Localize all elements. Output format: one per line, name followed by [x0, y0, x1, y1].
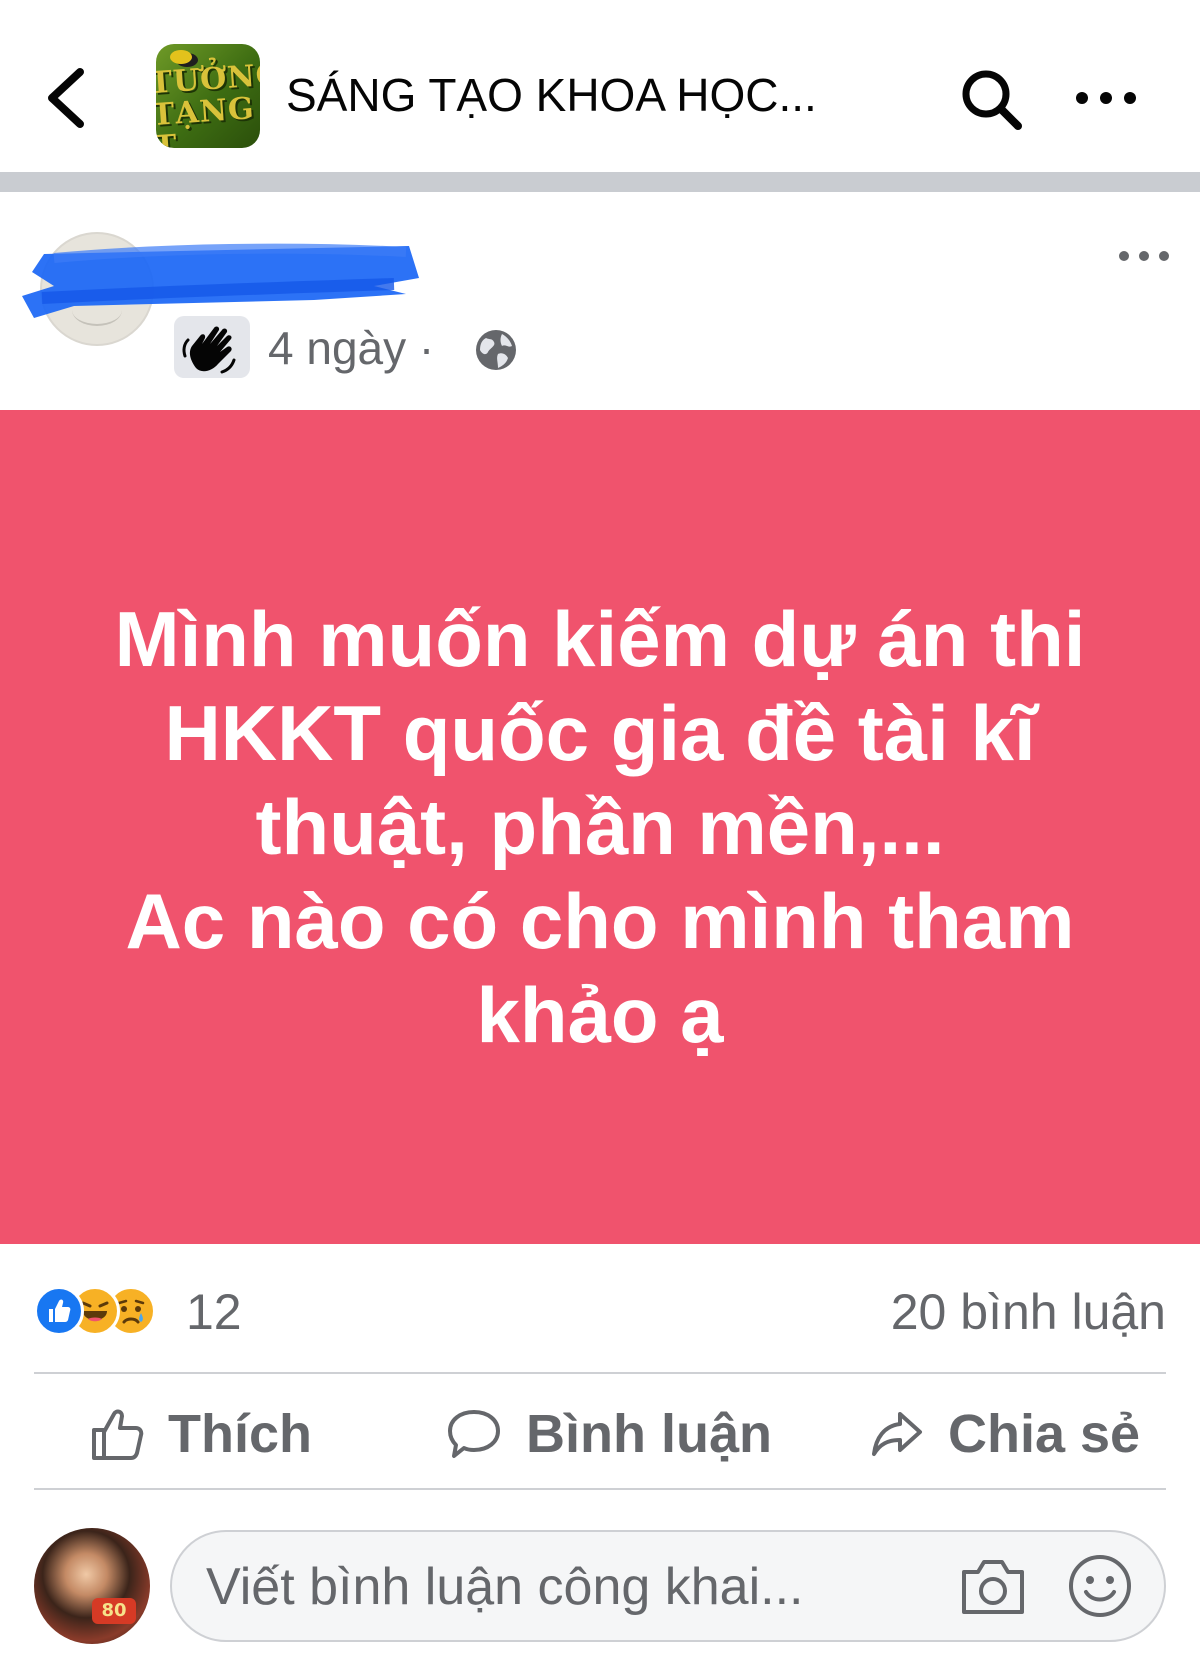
post-time[interactable]: 4 ngày: [268, 322, 406, 374]
comment-placeholder: Viết bình luận công khai...: [206, 1558, 804, 1616]
avatar-frame-badge: 80: [92, 1598, 136, 1624]
comment-bubble-icon: [448, 1410, 500, 1458]
meta-separator: ·: [418, 322, 435, 374]
more-horizontal-icon: [1076, 92, 1136, 104]
camera-button[interactable]: [958, 1554, 1028, 1620]
group-more-button[interactable]: [1070, 80, 1142, 116]
emoji-button[interactable]: [1066, 1552, 1134, 1620]
header-divider: [0, 172, 1200, 192]
share-button[interactable]: Chia sẻ: [868, 1382, 1140, 1486]
search-icon: [962, 70, 1022, 130]
chevron-left-icon: [48, 68, 84, 128]
author-name-redaction: [22, 243, 419, 318]
reaction-count: 12: [186, 1284, 242, 1340]
group-title[interactable]: SÁNG TẠO KHOA HỌC...: [286, 64, 886, 126]
like-icon: [34, 1286, 84, 1336]
like-label: Thích: [168, 1404, 312, 1464]
comment-input[interactable]: Viết bình luận công khai...: [170, 1530, 1166, 1642]
post-more-button[interactable]: [1116, 242, 1172, 270]
globe-icon: [476, 330, 516, 370]
current-user-avatar[interactable]: 80: [34, 1528, 150, 1644]
actions-divider: [34, 1488, 1166, 1490]
search-button[interactable]: [958, 66, 1024, 132]
post-text-background[interactable]: Mình muốn kiếm dự án thi HKKT quốc gia đ…: [0, 410, 1200, 1244]
back-button[interactable]: [38, 58, 98, 138]
stats-divider: [34, 1372, 1166, 1374]
privacy-public[interactable]: [472, 326, 520, 374]
new-member-badge[interactable]: [174, 316, 250, 378]
share-label: Chia sẻ: [948, 1404, 1141, 1464]
comment-button[interactable]: Bình luận: [446, 1382, 772, 1486]
comment-count[interactable]: 20 bình luận: [891, 1282, 1166, 1342]
group-header-bar: TƯỞNG TẠNG T SÁNG TẠO KHOA HỌC...: [0, 0, 1200, 172]
smiley-icon: [1069, 1555, 1131, 1617]
more-horizontal-icon: [1119, 251, 1169, 261]
waving-hand-icon: [182, 326, 236, 374]
group-logo-text: TƯỞNG TẠNG T: [156, 57, 260, 148]
post-meta: 4 ngày ·: [268, 318, 434, 378]
group-logo[interactable]: TƯỞNG TẠNG T: [156, 44, 260, 148]
camera-icon: [962, 1560, 1024, 1614]
thumbs-up-icon: [92, 1409, 144, 1460]
share-arrow-icon: [872, 1412, 922, 1456]
comment-label: Bình luận: [526, 1404, 772, 1464]
logo-bird-icon: [170, 50, 192, 64]
like-button[interactable]: Thích: [88, 1382, 312, 1486]
post-text: Mình muốn kiếm dự án thi HKKT quốc gia đ…: [114, 595, 1086, 1059]
